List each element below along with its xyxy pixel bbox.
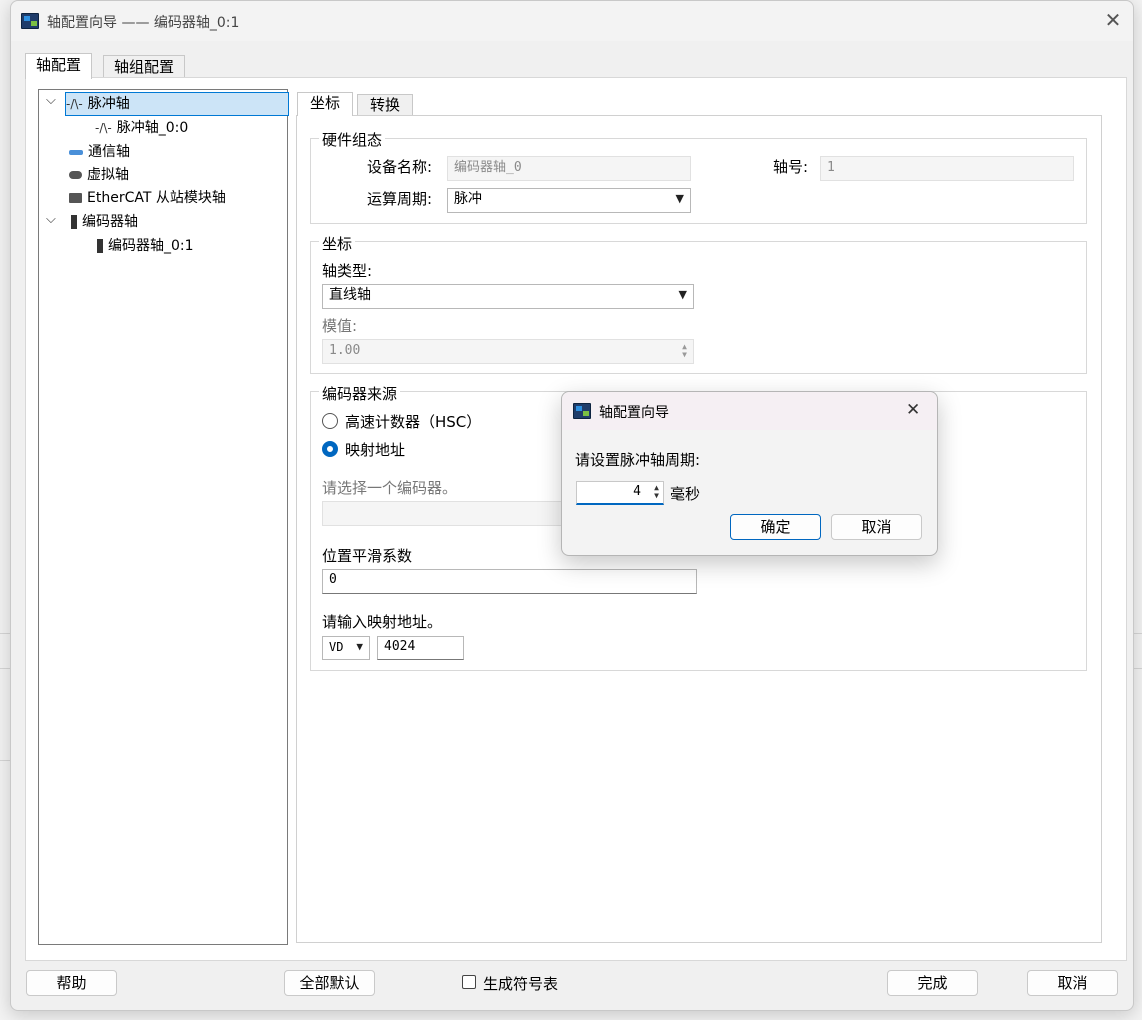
select-encoder-hint: 请选择一个编码器。	[322, 479, 458, 497]
tree-item-label: 编码器轴_0:1	[108, 238, 194, 254]
encoder-source-title: 编码器来源	[319, 383, 401, 404]
generate-symbol-label: 生成符号表	[483, 975, 559, 993]
address-input[interactable]: 4024	[377, 636, 464, 660]
tree-item-ethercat-axis[interactable]: EtherCAT 从站模块轴	[69, 187, 226, 209]
chevron-down-icon[interactable]: ⌵	[46, 93, 56, 108]
all-default-button[interactable]: 全部默认	[284, 970, 375, 996]
tree-item-label: 虚拟轴	[87, 167, 129, 183]
mapped-address-label: 请输入映射地址。	[322, 613, 443, 631]
tree-item-comm-axis[interactable]: 通信轴	[69, 141, 130, 163]
encoder-axis-icon	[97, 239, 103, 253]
finish-button[interactable]: 完成	[887, 970, 978, 996]
dropdown-arrow-icon: ▼	[675, 192, 684, 205]
pulse-cycle-unit: 毫秒	[670, 485, 701, 503]
app-icon	[21, 13, 39, 29]
dropdown-arrow-icon: ▼	[678, 288, 687, 301]
smooth-factor-input[interactable]: 0	[322, 569, 697, 594]
device-name-field: 编码器轴_0	[447, 156, 691, 181]
axis-number-field: 1	[820, 156, 1074, 181]
axis-type-select[interactable]: 直线轴 ▼	[322, 284, 694, 309]
pulse-axis-icon: -/\-	[66, 97, 83, 111]
window-title: 轴配置向导 —— 编码器轴_0:1	[47, 15, 240, 31]
hardware-config-group	[310, 138, 1087, 224]
tree-item-encoder-axis-0-1[interactable]: 编码器轴_0:1	[97, 235, 194, 257]
modulus-label: 模值:	[322, 317, 358, 335]
axis-type-value: 直线轴	[329, 287, 371, 303]
dialog-ok-button[interactable]: 确定	[730, 514, 821, 540]
comm-axis-icon	[69, 149, 83, 155]
spin-arrows-icon[interactable]: ▲ ▼	[654, 484, 659, 500]
address-type-value: VD	[329, 640, 344, 654]
hardware-config-title: 硬件组态	[319, 129, 386, 150]
tree-item-label: EtherCAT 从站模块轴	[87, 190, 226, 206]
ethercat-module-icon	[69, 193, 82, 203]
radio-hsc-label: 高速计数器（HSC）	[345, 413, 482, 431]
dialog-cancel-button[interactable]: 取消	[831, 514, 922, 540]
pulse-cycle-dialog: 轴配置向导 ✕ 请设置脉冲轴周期: 4 ▲ ▼ 毫秒 确定 取消	[561, 391, 938, 556]
device-name-label: 设备名称:	[367, 158, 433, 176]
dropdown-arrow-icon: ▼	[356, 640, 363, 653]
axis-number-label: 轴号:	[773, 158, 809, 176]
smooth-factor-label: 位置平滑系数	[322, 547, 413, 565]
modulus-value: 1.00	[329, 343, 361, 358]
axis-type-label: 轴类型:	[322, 262, 373, 280]
axis-tree[interactable]: ⌵ -/\- 脉冲轴 -/\- 脉冲轴_0:0 通信轴 虚拟轴 EtherCAT 从…	[38, 89, 289, 945]
title-bar: 轴配置向导 —— 编码器轴_0:1 ✕	[11, 1, 1133, 41]
tree-item-pulse-axis[interactable]: -/\- 脉冲轴	[65, 92, 289, 116]
tab-coordinate[interactable]: 坐标	[297, 92, 354, 116]
dialog-prompt: 请设置脉冲轴周期:	[575, 451, 701, 469]
pulse-axis-icon: -/\-	[95, 121, 112, 135]
cycle-select[interactable]: 脉冲 ▼	[447, 188, 691, 213]
radio-mapped-address-label: 映射地址	[345, 441, 406, 459]
address-type-select[interactable]: VD ▼	[322, 636, 370, 660]
encoder-axis-icon	[71, 215, 77, 229]
radio-hsc[interactable]	[322, 413, 338, 429]
pulse-cycle-spinbox[interactable]: 4 ▲ ▼	[576, 481, 664, 505]
modulus-spinbox: 1.00 ▲ ▼	[322, 339, 694, 364]
chevron-down-icon[interactable]: ⌵	[46, 212, 56, 227]
cycle-label: 运算周期:	[367, 190, 433, 208]
cycle-select-value: 脉冲	[454, 191, 482, 207]
background-divider	[0, 760, 10, 761]
radio-mapped-address[interactable]	[322, 441, 338, 457]
tree-item-label: 脉冲轴	[87, 96, 130, 112]
tree-item-virtual-axis[interactable]: 虚拟轴	[69, 164, 129, 186]
tab-axis-group-config[interactable]: 轴组配置	[103, 55, 186, 79]
dialog-close-icon[interactable]: ✕	[906, 400, 920, 420]
spin-arrows-icon: ▲ ▼	[682, 342, 687, 359]
close-icon[interactable]: ✕	[1101, 9, 1125, 33]
tab-axis-config[interactable]: 轴配置	[25, 53, 93, 79]
coordinate-group-title: 坐标	[319, 233, 356, 254]
virtual-axis-icon	[69, 171, 82, 179]
tree-item-pulse-axis-0-0[interactable]: -/\- 脉冲轴_0:0	[95, 117, 188, 139]
tree-item-label: 脉冲轴_0:0	[116, 120, 189, 136]
pulse-cycle-value: 4	[633, 484, 641, 499]
tab-conversion[interactable]: 转换	[357, 94, 414, 117]
tree-item-label: 通信轴	[88, 144, 130, 160]
generate-symbol-checkbox[interactable]	[462, 975, 476, 989]
dialog-title: 轴配置向导	[599, 405, 669, 421]
help-button[interactable]: 帮助	[26, 970, 117, 996]
tree-item-label: 编码器轴	[82, 214, 138, 230]
tree-item-encoder-axis[interactable]: 编码器轴	[71, 211, 138, 233]
cancel-button[interactable]: 取消	[1027, 970, 1118, 996]
app-icon	[573, 403, 591, 419]
